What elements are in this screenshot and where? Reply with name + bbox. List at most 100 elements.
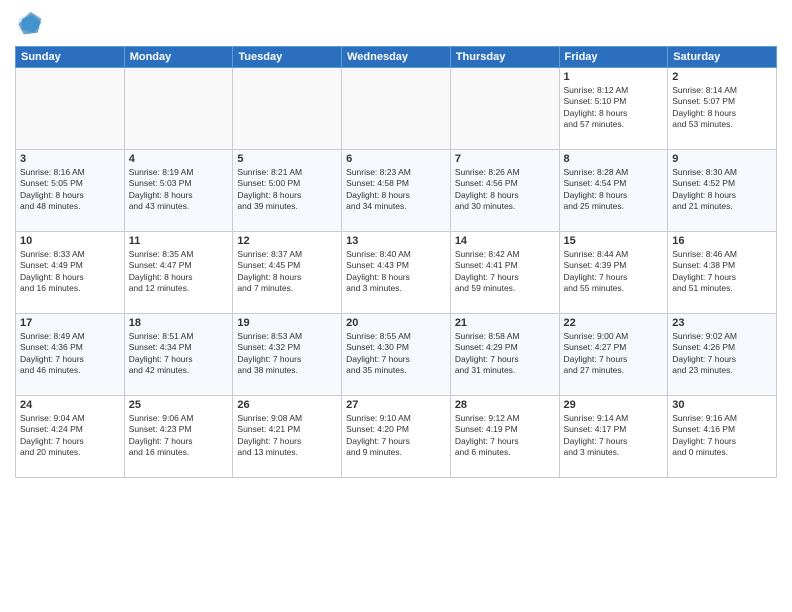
day-number: 14 xyxy=(455,235,555,247)
calendar-cell xyxy=(124,68,233,150)
calendar-cell: 25Sunrise: 9:06 AM Sunset: 4:23 PM Dayli… xyxy=(124,396,233,478)
day-number: 26 xyxy=(237,399,337,411)
day-number: 5 xyxy=(237,153,337,165)
day-info: Sunrise: 8:42 AM Sunset: 4:41 PM Dayligh… xyxy=(455,249,555,295)
day-number: 29 xyxy=(564,399,664,411)
logo xyxy=(15,10,47,38)
day-number: 4 xyxy=(129,153,229,165)
calendar-cell: 30Sunrise: 9:16 AM Sunset: 4:16 PM Dayli… xyxy=(668,396,777,478)
weekday-header: Friday xyxy=(559,47,668,68)
day-number: 1 xyxy=(564,71,664,83)
day-number: 7 xyxy=(455,153,555,165)
day-info: Sunrise: 9:00 AM Sunset: 4:27 PM Dayligh… xyxy=(564,331,664,377)
calendar-cell: 10 Sunrise: 8:33 AM Sunset: 4:49 PM Dayli… xyxy=(16,232,125,314)
day-info: Sunrise: 8:46 AM Sunset: 4:38 PM Dayligh… xyxy=(672,249,772,295)
day-info: Sunrise: 9:04 AM Sunset: 4:24 PM Dayligh… xyxy=(20,413,120,459)
day-number: 2 xyxy=(672,71,772,83)
day-number: 23 xyxy=(672,317,772,329)
day-number: 13 xyxy=(346,235,446,247)
day-info: Sunrise: 8:33 AM Sunset: 4:49 PM Dayligh… xyxy=(20,249,120,295)
calendar-cell: 21Sunrise: 8:58 AM Sunset: 4:29 PM Dayli… xyxy=(450,314,559,396)
day-number: 28 xyxy=(455,399,555,411)
day-info: Sunrise: 8:35 AM Sunset: 4:47 PM Dayligh… xyxy=(129,249,229,295)
day-number: 8 xyxy=(564,153,664,165)
day-number: 9 xyxy=(672,153,772,165)
day-info: Sunrise: 8:30 AM Sunset: 4:52 PM Dayligh… xyxy=(672,167,772,213)
day-info: Sunrise: 9:14 AM Sunset: 4:17 PM Dayligh… xyxy=(564,413,664,459)
calendar-cell xyxy=(233,68,342,150)
calendar-cell: 27 Sunrise: 9:10 AM Sunset: 4:20 PM Dayli… xyxy=(342,396,451,478)
day-info: Sunrise: 8:14 AM Sunset: 5:07 PM Dayligh… xyxy=(672,85,772,131)
calendar-week-row: 24 Sunrise: 9:04 AM Sunset: 4:24 PM Dayli… xyxy=(16,396,777,478)
day-info: Sunrise: 8:21 AM Sunset: 5:00 PM Dayligh… xyxy=(237,167,337,213)
day-info: Sunrise: 8:28 AM Sunset: 4:54 PM Dayligh… xyxy=(564,167,664,213)
day-info: Sunrise: 8:16 AM Sunset: 5:05 PM Dayligh… xyxy=(20,167,120,213)
day-info: Sunrise: 8:40 AM Sunset: 4:43 PM Dayligh… xyxy=(346,249,446,295)
day-info: Sunrise: 8:37 AM Sunset: 4:45 PM Dayligh… xyxy=(237,249,337,295)
header xyxy=(15,10,777,38)
calendar-cell: 20Sunrise: 8:55 AM Sunset: 4:30 PM Dayli… xyxy=(342,314,451,396)
page: SundayMondayTuesdayWednesdayThursdayFrid… xyxy=(0,0,792,612)
calendar-cell: 23 Sunrise: 9:02 AM Sunset: 4:26 PM Dayli… xyxy=(668,314,777,396)
day-info: Sunrise: 8:12 AM Sunset: 5:10 PM Dayligh… xyxy=(564,85,664,131)
weekday-header: Wednesday xyxy=(342,47,451,68)
day-number: 15 xyxy=(564,235,664,247)
day-info: Sunrise: 8:58 AM Sunset: 4:29 PM Dayligh… xyxy=(455,331,555,377)
calendar-cell: 22 Sunrise: 9:00 AM Sunset: 4:27 PM Dayli… xyxy=(559,314,668,396)
calendar: SundayMondayTuesdayWednesdayThursdayFrid… xyxy=(15,46,777,478)
day-info: Sunrise: 8:49 AM Sunset: 4:36 PM Dayligh… xyxy=(20,331,120,377)
calendar-cell: 18 Sunrise: 8:51 AM Sunset: 4:34 PM Dayli… xyxy=(124,314,233,396)
calendar-cell: 2 Sunrise: 8:14 AM Sunset: 5:07 PM Daylig… xyxy=(668,68,777,150)
calendar-cell xyxy=(16,68,125,150)
calendar-week-row: 10 Sunrise: 8:33 AM Sunset: 4:49 PM Dayli… xyxy=(16,232,777,314)
logo-icon xyxy=(15,10,43,38)
day-number: 11 xyxy=(129,235,229,247)
day-number: 24 xyxy=(20,399,120,411)
day-number: 12 xyxy=(237,235,337,247)
day-info: Sunrise: 8:26 AM Sunset: 4:56 PM Dayligh… xyxy=(455,167,555,213)
calendar-cell: 19 Sunrise: 8:53 AM Sunset: 4:32 PM Dayli… xyxy=(233,314,342,396)
day-number: 3 xyxy=(20,153,120,165)
day-info: Sunrise: 9:06 AM Sunset: 4:23 PM Dayligh… xyxy=(129,413,229,459)
calendar-cell: 13 Sunrise: 8:40 AM Sunset: 4:43 PM Dayli… xyxy=(342,232,451,314)
calendar-week-row: 3 Sunrise: 8:16 AM Sunset: 5:05 PM Daylig… xyxy=(16,150,777,232)
calendar-cell: 8 Sunrise: 8:28 AM Sunset: 4:54 PM Daylig… xyxy=(559,150,668,232)
calendar-cell: 1 Sunrise: 8:12 AM Sunset: 5:10 PM Daylig… xyxy=(559,68,668,150)
day-info: Sunrise: 9:16 AM Sunset: 4:16 PM Dayligh… xyxy=(672,413,772,459)
day-number: 27 xyxy=(346,399,446,411)
day-info: Sunrise: 8:44 AM Sunset: 4:39 PM Dayligh… xyxy=(564,249,664,295)
calendar-cell: 15 Sunrise: 8:44 AM Sunset: 4:39 PM Dayli… xyxy=(559,232,668,314)
day-number: 19 xyxy=(237,317,337,329)
day-number: 6 xyxy=(346,153,446,165)
weekday-header: Monday xyxy=(124,47,233,68)
weekday-header-row: SundayMondayTuesdayWednesdayThursdayFrid… xyxy=(16,47,777,68)
day-number: 10 xyxy=(20,235,120,247)
day-info: Sunrise: 9:02 AM Sunset: 4:26 PM Dayligh… xyxy=(672,331,772,377)
calendar-cell: 28 Sunrise: 9:12 AM Sunset: 4:19 PM Dayli… xyxy=(450,396,559,478)
calendar-cell: 24 Sunrise: 9:04 AM Sunset: 4:24 PM Dayli… xyxy=(16,396,125,478)
day-number: 16 xyxy=(672,235,772,247)
calendar-week-row: 17 Sunrise: 8:49 AM Sunset: 4:36 PM Dayli… xyxy=(16,314,777,396)
day-info: Sunrise: 8:53 AM Sunset: 4:32 PM Dayligh… xyxy=(237,331,337,377)
day-number: 18 xyxy=(129,317,229,329)
weekday-header: Tuesday xyxy=(233,47,342,68)
day-info: Sunrise: 8:23 AM Sunset: 4:58 PM Dayligh… xyxy=(346,167,446,213)
calendar-cell: 16 Sunrise: 8:46 AM Sunset: 4:38 PM Dayli… xyxy=(668,232,777,314)
day-info: Sunrise: 9:10 AM Sunset: 4:20 PM Dayligh… xyxy=(346,413,446,459)
calendar-cell: 14 Sunrise: 8:42 AM Sunset: 4:41 PM Dayli… xyxy=(450,232,559,314)
calendar-cell xyxy=(342,68,451,150)
calendar-cell: 6 Sunrise: 8:23 AM Sunset: 4:58 PM Daylig… xyxy=(342,150,451,232)
calendar-week-row: 1 Sunrise: 8:12 AM Sunset: 5:10 PM Daylig… xyxy=(16,68,777,150)
calendar-cell: 7 Sunrise: 8:26 AM Sunset: 4:56 PM Daylig… xyxy=(450,150,559,232)
day-info: Sunrise: 8:55 AM Sunset: 4:30 PM Dayligh… xyxy=(346,331,446,377)
day-info: Sunrise: 8:51 AM Sunset: 4:34 PM Dayligh… xyxy=(129,331,229,377)
calendar-cell: 12 Sunrise: 8:37 AM Sunset: 4:45 PM Dayli… xyxy=(233,232,342,314)
day-number: 22 xyxy=(564,317,664,329)
day-number: 17 xyxy=(20,317,120,329)
calendar-cell: 17 Sunrise: 8:49 AM Sunset: 4:36 PM Dayli… xyxy=(16,314,125,396)
calendar-cell: 29 Sunrise: 9:14 AM Sunset: 4:17 PM Dayli… xyxy=(559,396,668,478)
day-info: Sunrise: 9:12 AM Sunset: 4:19 PM Dayligh… xyxy=(455,413,555,459)
calendar-cell: 26Sunrise: 9:08 AM Sunset: 4:21 PM Dayli… xyxy=(233,396,342,478)
weekday-header: Sunday xyxy=(16,47,125,68)
calendar-cell: 3 Sunrise: 8:16 AM Sunset: 5:05 PM Daylig… xyxy=(16,150,125,232)
